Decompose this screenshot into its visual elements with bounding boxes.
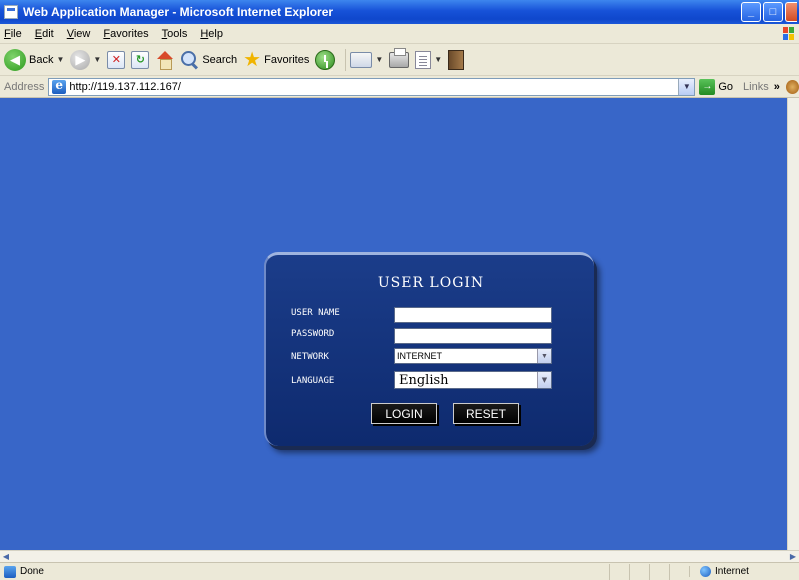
status-cell — [649, 563, 669, 580]
print-button[interactable] — [389, 47, 410, 68]
edit-button[interactable]: ▼ — [415, 50, 442, 69]
stop-icon: ✕ — [107, 50, 126, 69]
refresh-button[interactable]: ↻ — [131, 50, 150, 69]
network-select[interactable]: INTERNET ▼ — [394, 348, 552, 364]
menu-file[interactable]: File — [4, 28, 22, 40]
language-dropdown-icon[interactable]: ▼ — [537, 372, 551, 388]
research-icon — [448, 49, 465, 70]
ie-app-icon — [4, 5, 18, 19]
mail-icon — [350, 51, 373, 68]
language-value: English — [399, 372, 449, 388]
maximize-button[interactable]: □ — [763, 2, 783, 22]
menu-tools[interactable]: Tools — [162, 28, 188, 40]
zone-text: Internet — [715, 566, 749, 577]
address-bar: Address http://119.137.112.167/ ▼ → Go L… — [0, 76, 799, 98]
toolbar-separator — [345, 48, 347, 71]
window-titlebar[interactable]: Web Application Manager - Microsoft Inte… — [0, 0, 799, 24]
go-button[interactable]: → Go — [699, 78, 734, 95]
toolbar-extension-icon[interactable] — [785, 79, 799, 94]
mail-dropdown-icon[interactable]: ▼ — [375, 55, 383, 64]
page-favicon-icon — [52, 78, 67, 94]
scroll-right-icon[interactable]: ▶ — [787, 551, 799, 562]
edit-dropdown-icon[interactable]: ▼ — [434, 55, 442, 64]
forward-button[interactable]: ▶ ▼ — [70, 49, 101, 70]
status-cell — [629, 563, 649, 580]
forward-dropdown-icon[interactable]: ▼ — [93, 55, 101, 64]
reset-button[interactable]: RESET — [453, 403, 519, 424]
menu-help[interactable]: Help — [200, 28, 223, 40]
status-cells — [609, 563, 689, 580]
menu-favorites[interactable]: Favorites — [103, 28, 148, 40]
login-title: USER LOGIN — [377, 275, 485, 291]
network-label: NETWORK — [291, 352, 329, 362]
mail-button[interactable]: ▼ — [350, 51, 383, 68]
address-url[interactable]: http://119.137.112.167/ — [69, 81, 181, 93]
menu-bar: File Edit View Favorites Tools Help — [0, 24, 799, 44]
go-arrow-icon: → — [699, 78, 716, 95]
username-label: USER NAME — [291, 308, 340, 318]
toolbar: ◀ Back ▼ ▶ ▼ ✕ ↻ Search ★ Favorites ▼ ▼ — [0, 44, 799, 76]
language-select[interactable]: English ▼ — [394, 371, 552, 389]
back-dropdown-icon[interactable]: ▼ — [56, 55, 64, 64]
research-button[interactable] — [448, 49, 465, 70]
windows-logo-icon — [783, 27, 795, 41]
search-label: Search — [202, 53, 238, 66]
status-text: Done — [20, 566, 44, 577]
address-dropdown-icon[interactable]: ▼ — [678, 78, 695, 95]
login-panel: USER LOGIN USER NAME PASSWORD NETWORK IN… — [264, 252, 594, 446]
minimize-button[interactable]: _ — [741, 2, 761, 22]
back-arrow-icon: ◀ — [4, 48, 26, 71]
back-button[interactable]: ◀ Back ▼ — [4, 48, 64, 71]
status-cell — [669, 563, 689, 580]
refresh-icon: ↻ — [131, 50, 150, 69]
network-dropdown-icon[interactable]: ▼ — [537, 349, 551, 363]
menu-view[interactable]: View — [67, 28, 91, 40]
search-button[interactable]: Search — [181, 50, 238, 69]
scroll-left-icon[interactable]: ◀ — [0, 551, 12, 562]
password-label: PASSWORD — [291, 329, 335, 339]
favorites-button[interactable]: ★ Favorites — [243, 48, 310, 71]
search-icon — [181, 50, 199, 69]
print-icon — [389, 47, 410, 68]
horizontal-scrollbar[interactable]: ◀ ▶ — [0, 550, 799, 562]
vertical-scrollbar[interactable] — [787, 98, 799, 550]
home-button[interactable] — [155, 50, 175, 70]
menu-edit[interactable]: Edit — [35, 28, 54, 40]
username-input[interactable] — [394, 307, 552, 323]
links-chevron-icon[interactable]: » — [774, 81, 780, 93]
window-title: Web Application Manager - Microsoft Inte… — [23, 5, 334, 19]
password-input[interactable] — [394, 328, 552, 344]
globe-icon — [700, 566, 711, 577]
links-label[interactable]: Links — [743, 81, 769, 93]
window-controls: _ □ — [741, 2, 797, 22]
language-label: LANGUAGE — [291, 376, 335, 386]
star-icon: ★ — [243, 48, 262, 71]
go-label: Go — [718, 80, 734, 93]
home-icon — [155, 50, 175, 70]
history-button[interactable] — [315, 49, 336, 70]
security-zone: Internet — [689, 566, 799, 577]
login-button[interactable]: LOGIN — [371, 403, 437, 424]
back-label: Back — [29, 53, 54, 66]
forward-arrow-icon: ▶ — [70, 49, 91, 70]
close-button[interactable] — [785, 2, 797, 22]
address-label: Address — [4, 80, 45, 93]
stop-button[interactable]: ✕ — [107, 50, 126, 69]
favorites-label: Favorites — [264, 53, 310, 66]
network-value: INTERNET — [397, 351, 442, 361]
address-input[interactable]: http://119.137.112.167/ ▼ — [48, 77, 696, 96]
history-icon — [315, 49, 336, 70]
page-status-icon — [4, 565, 16, 578]
status-bar: Done Internet — [0, 562, 799, 580]
edit-icon — [415, 50, 432, 69]
page-viewport: USER LOGIN USER NAME PASSWORD NETWORK IN… — [0, 98, 799, 550]
status-cell — [609, 563, 629, 580]
